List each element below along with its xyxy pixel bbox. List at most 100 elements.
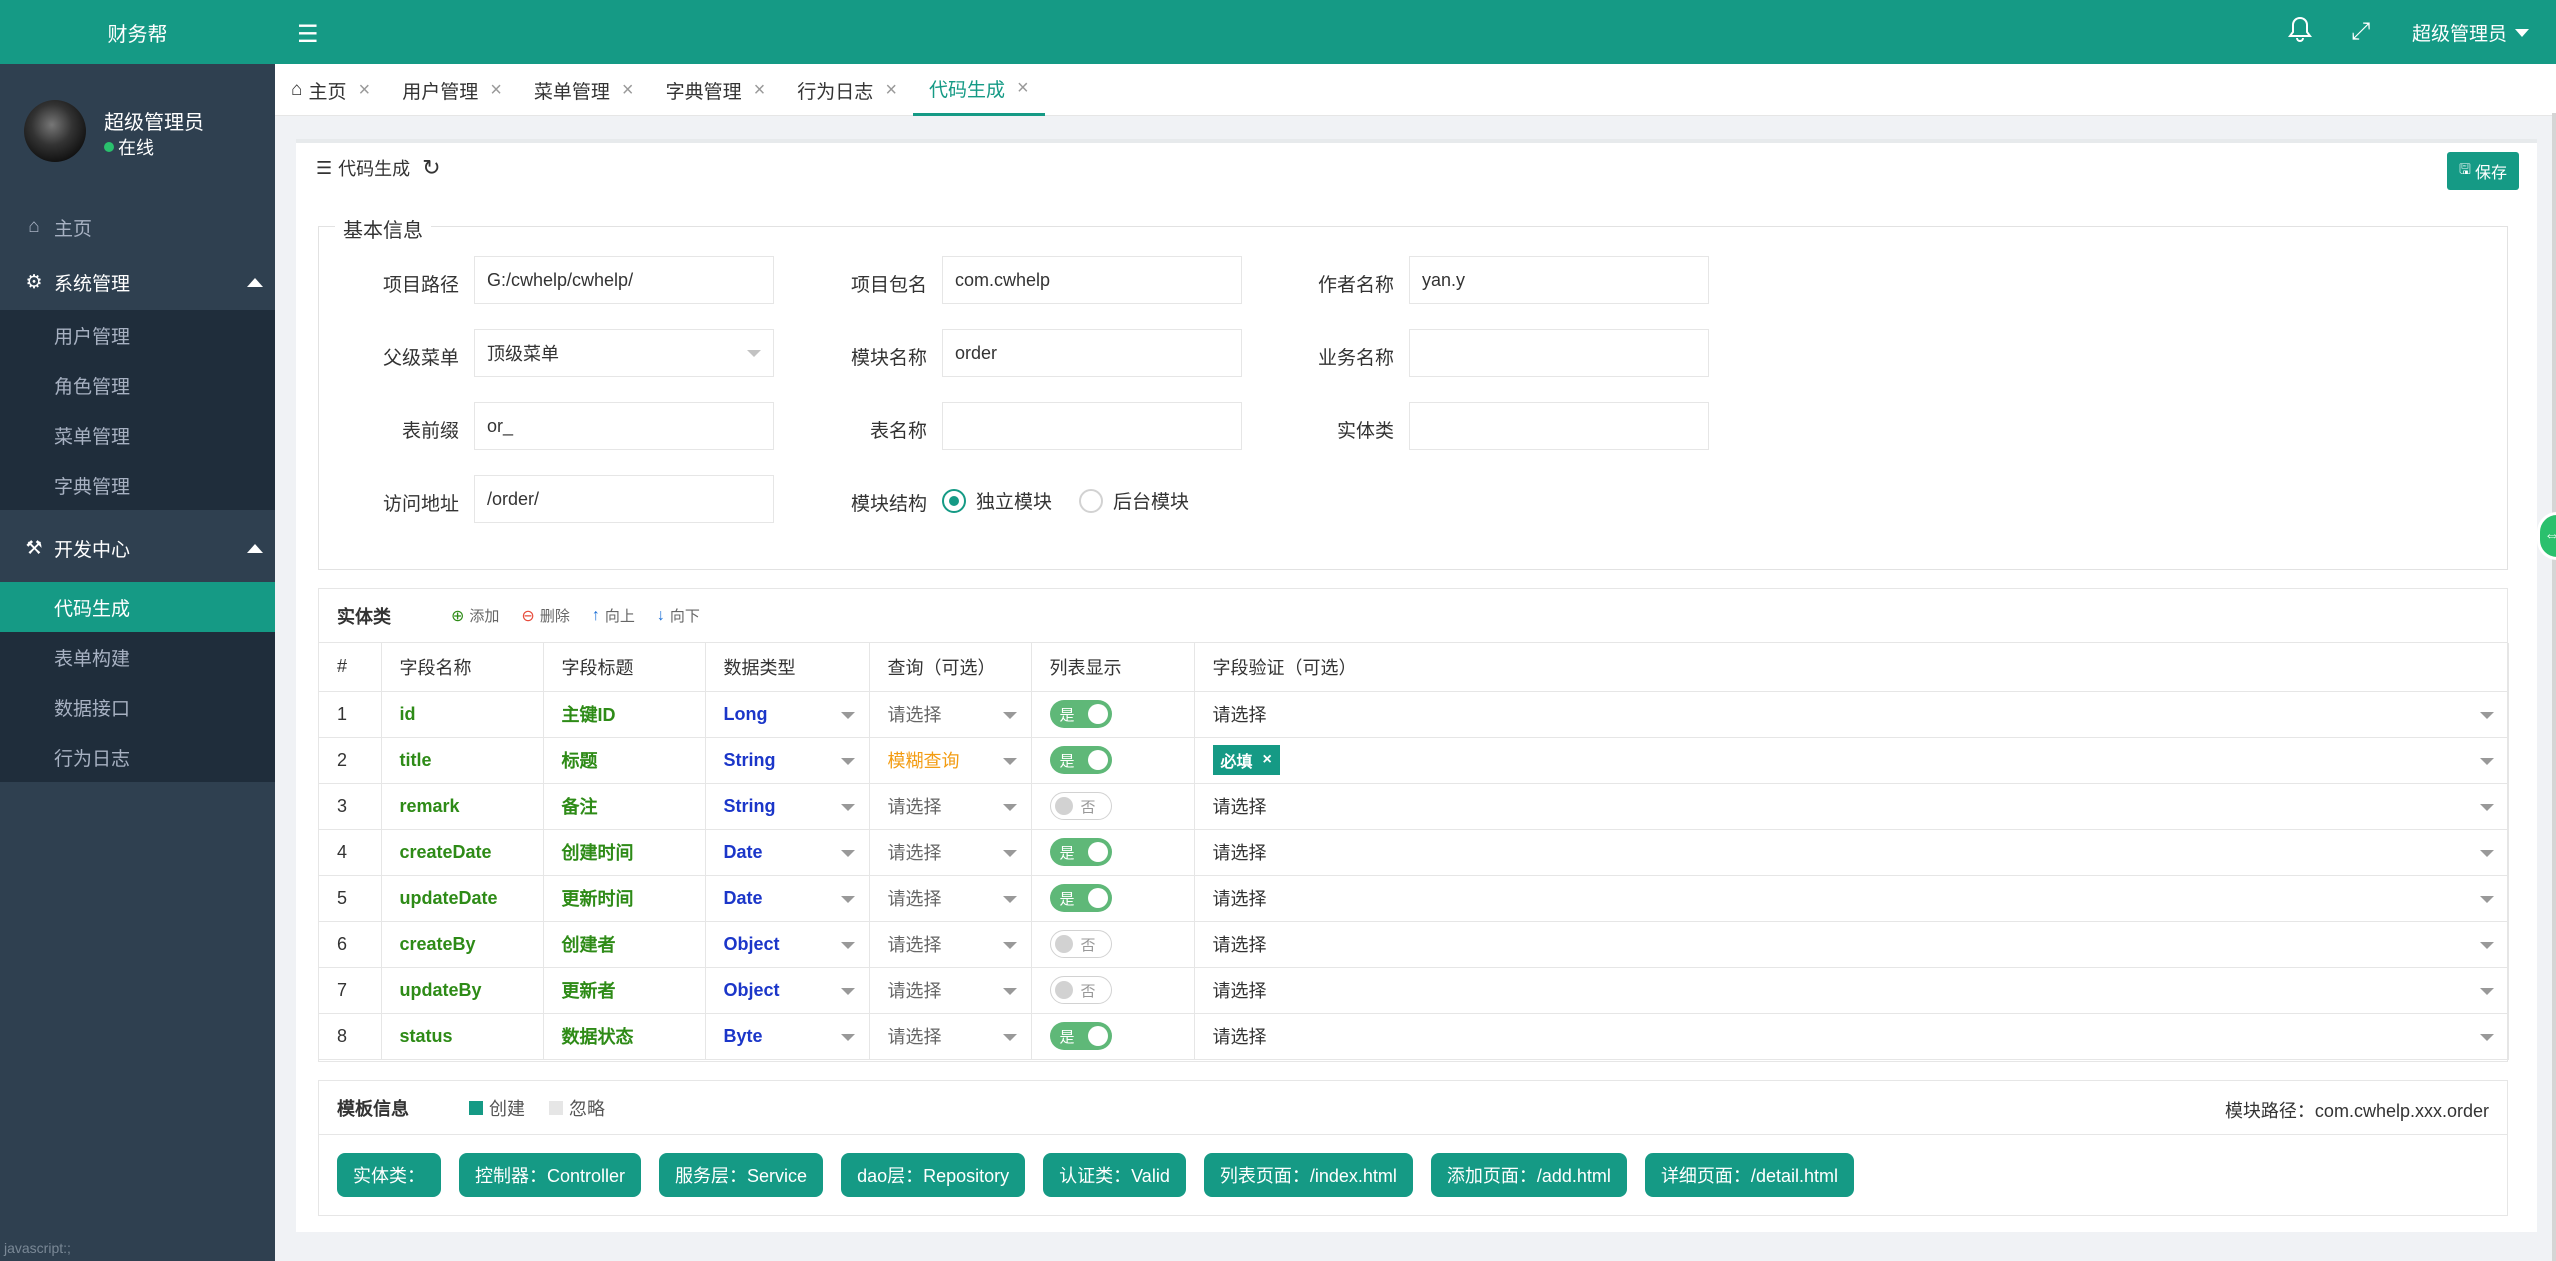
validation-select[interactable]: 请选择 [1194, 875, 2509, 922]
side-handle-icon[interactable]: ⇔ [2537, 512, 2556, 560]
query-select[interactable]: 请选择 [869, 829, 1032, 876]
template-pill-service[interactable]: 服务层：Service [659, 1153, 824, 1197]
query-select[interactable]: 请选择 [869, 875, 1032, 922]
field-name-cell[interactable]: title [381, 737, 544, 784]
entity-input[interactable] [1409, 402, 1709, 450]
validation-select[interactable]: 请选择 [1194, 829, 2509, 876]
bell-icon[interactable] [2288, 16, 2312, 50]
list-show-switch-off[interactable]: 否 [1049, 792, 1112, 820]
tab-actionlog[interactable]: 行为日志 × [781, 64, 913, 116]
close-icon[interactable]: × [754, 79, 766, 102]
sidebar-item-users[interactable]: 用户管理 [0, 310, 275, 360]
field-name-cell[interactable]: createDate [381, 829, 544, 876]
table-prefix-input[interactable]: or_ [474, 402, 774, 450]
data-type-select[interactable]: Object [705, 967, 870, 1014]
field-title-cell[interactable]: 创建时间 [543, 829, 706, 876]
field-name-cell[interactable]: updateDate [381, 875, 544, 922]
table-row[interactable]: 6 createBy 创建者 Object 请选择 否 请选择 [319, 921, 2509, 968]
template-pill-controller[interactable]: 控制器：Controller [459, 1153, 642, 1197]
table-row[interactable]: 7 updateBy 更新者 Object 请选择 否 请选择 [319, 967, 2509, 1014]
tab-dicts[interactable]: 字典管理 × [650, 64, 782, 116]
validation-select[interactable]: 请选择 [1194, 783, 2509, 830]
author-input[interactable]: yan.y [1409, 256, 1709, 304]
data-type-select[interactable]: Date [705, 829, 870, 876]
save-button[interactable]: 🖫 保存 [2447, 152, 2519, 190]
field-name-cell[interactable]: remark [381, 783, 544, 830]
fullscreen-icon[interactable]: ⤢ [2351, 18, 2370, 46]
list-show-switch-on[interactable]: 是 [1049, 746, 1112, 774]
list-show-switch-on[interactable]: 是 [1049, 884, 1112, 912]
validation-select[interactable]: 请选择 [1194, 921, 2509, 968]
query-select[interactable]: 请选择 [869, 783, 1032, 830]
validation-tag[interactable]: 必填 × [1212, 745, 1280, 775]
sidebar-item-menus[interactable]: 菜单管理 [0, 410, 275, 460]
table-row[interactable]: 1 id 主键ID Long 请选择 是 请选择 [319, 691, 2509, 738]
tab-home[interactable]: ⌂ 主页 × [275, 64, 386, 116]
move-up-button[interactable]: ↑ 向上 [592, 605, 635, 626]
close-icon[interactable]: × [885, 79, 897, 102]
module-name-input[interactable]: order [942, 329, 1242, 377]
sidebar-group-system[interactable]: ⚙ 系统管理 [0, 254, 275, 310]
close-icon[interactable]: × [1017, 77, 1029, 100]
sidebar-item-roles[interactable]: 角色管理 [0, 360, 275, 410]
field-name-cell[interactable]: status [381, 1013, 544, 1060]
table-name-input[interactable] [942, 402, 1242, 450]
validation-select[interactable]: 必填 × [1194, 737, 2509, 784]
list-show-switch-on[interactable]: 是 [1049, 1022, 1112, 1050]
list-show-switch-on[interactable]: 是 [1049, 700, 1112, 728]
query-select[interactable]: 请选择 [869, 1013, 1032, 1060]
data-type-select[interactable]: String [705, 783, 870, 830]
field-title-cell[interactable]: 主键ID [543, 691, 706, 738]
move-down-button[interactable]: ↓ 向下 [657, 605, 700, 626]
list-show-switch-off[interactable]: 否 [1049, 976, 1112, 1004]
parent-menu-select[interactable]: 顶级菜单 [474, 329, 774, 377]
sidebar-item-formbuilder[interactable]: 表单构建 [0, 632, 275, 682]
table-row[interactable]: 5 updateDate 更新时间 Date 请选择 是 请选择 [319, 875, 2509, 922]
radio-backend[interactable]: 后台模块 [1079, 487, 1189, 514]
template-pill-entity[interactable]: 实体类： [337, 1153, 441, 1197]
field-title-cell[interactable]: 数据状态 [543, 1013, 706, 1060]
sidebar-group-dev[interactable]: ⚒ 开发中心 [0, 520, 275, 576]
menu-toggle-icon[interactable]: ☰ [297, 20, 319, 49]
add-button[interactable]: ⊕ 添加 [451, 605, 499, 626]
field-title-cell[interactable]: 创建者 [543, 921, 706, 968]
query-select[interactable]: 请选择 [869, 921, 1032, 968]
sidebar-item-codegen[interactable]: 代码生成 [0, 582, 275, 632]
data-type-select[interactable]: String [705, 737, 870, 784]
scrollbar-track[interactable] [2552, 113, 2556, 1261]
validation-select[interactable]: 请选择 [1194, 967, 2509, 1014]
field-title-cell[interactable]: 更新时间 [543, 875, 706, 922]
table-row[interactable]: 8 status 数据状态 Byte 请选择 是 请选择 [319, 1013, 2509, 1060]
business-name-input[interactable] [1409, 329, 1709, 377]
query-select[interactable]: 请选择 [869, 967, 1032, 1014]
table-row[interactable]: 4 createDate 创建时间 Date 请选择 是 请选择 [319, 829, 2509, 876]
tab-users[interactable]: 用户管理 × [386, 64, 518, 116]
sidebar-item-actionlog[interactable]: 行为日志 [0, 732, 275, 782]
template-pill-detail[interactable]: 详细页面：/detail.html [1644, 1153, 1854, 1197]
template-pill-index[interactable]: 列表页面：/index.html [1203, 1153, 1413, 1197]
close-icon[interactable]: × [359, 79, 371, 102]
close-icon[interactable]: × [490, 79, 502, 102]
project-path-input[interactable]: G:/cwhelp/cwhelp/ [474, 256, 774, 304]
close-icon[interactable]: × [622, 79, 634, 102]
template-pill-dao[interactable]: dao层：Repository [841, 1153, 1026, 1197]
data-type-select[interactable]: Long [705, 691, 870, 738]
avatar[interactable] [24, 100, 86, 162]
query-select[interactable]: 请选择 [869, 691, 1032, 738]
sidebar-item-dataapi[interactable]: 数据接口 [0, 682, 275, 732]
tab-codegen[interactable]: 代码生成 × [913, 64, 1045, 116]
sidebar-item-home[interactable]: ⌂ 主页 [0, 200, 275, 254]
validation-select[interactable]: 请选择 [1194, 1013, 2509, 1060]
radio-standalone[interactable]: 独立模块 [942, 487, 1052, 514]
header-user-menu[interactable]: 超级管理员 [2412, 19, 2530, 46]
table-row[interactable]: 3 remark 备注 String 请选择 否 请选择 [319, 783, 2509, 830]
field-name-cell[interactable]: id [381, 691, 544, 738]
field-name-cell[interactable]: updateBy [381, 967, 544, 1014]
refresh-icon[interactable]: ↻ [422, 155, 440, 181]
data-type-select[interactable]: Object [705, 921, 870, 968]
template-pill-valid[interactable]: 认证类：Valid [1043, 1153, 1186, 1197]
field-name-cell[interactable]: createBy [381, 921, 544, 968]
tab-menus[interactable]: 菜单管理 × [518, 64, 650, 116]
template-pill-add[interactable]: 添加页面：/add.html [1430, 1153, 1627, 1197]
delete-button[interactable]: ⊖ 删除 [521, 605, 569, 626]
